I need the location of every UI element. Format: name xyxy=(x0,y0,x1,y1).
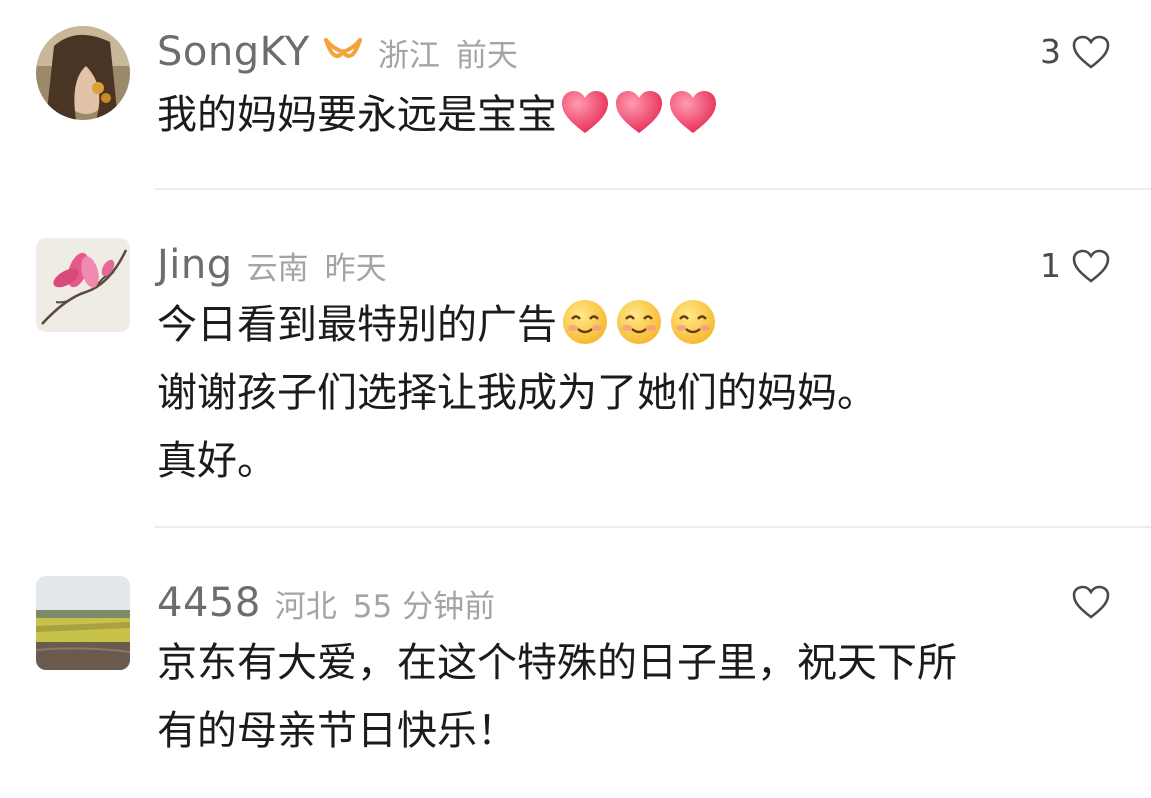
comment-line-3: 真好。 xyxy=(157,438,277,484)
avatar[interactable] xyxy=(36,576,130,670)
like-button[interactable]: 3 xyxy=(1040,32,1111,71)
like-count: 1 xyxy=(1040,246,1061,285)
comment-region: 云南 xyxy=(246,250,309,287)
comment-item: Jing 云南 昨天 1 今日看到最特别的广告 谢谢孩子们选择让我成为了她们的妈… xyxy=(0,190,1151,528)
red-heart-icon xyxy=(559,88,611,136)
smiling-face-icon xyxy=(613,298,665,346)
comment-line: 我的妈妈要永远是宝宝 xyxy=(157,92,557,138)
comment-text: 京东有大爱，在这个特殊的日子里，祝天下所 有的母亲节日快乐！ xyxy=(157,632,957,762)
username[interactable]: Jing xyxy=(157,242,233,288)
comment-time: 前天 xyxy=(455,37,518,74)
avatar[interactable] xyxy=(36,238,130,332)
red-heart-icon xyxy=(667,88,719,136)
comment-item: SongKY 浙江 前天 3 我的妈妈要永远是宝宝 xyxy=(0,0,1151,190)
comment-region: 河北 xyxy=(274,588,337,625)
heart-outline-icon xyxy=(1072,585,1110,619)
smiling-face-icon xyxy=(667,298,719,346)
comment-line-2: 有的母亲节日快乐！ xyxy=(157,708,517,754)
smiling-face-icon xyxy=(559,298,611,346)
comment-line-1: 京东有大爱，在这个特殊的日子里，祝天下所 xyxy=(157,640,957,686)
member-badge-icon xyxy=(322,34,364,70)
comment-item: 4458 河北 55 分钟前 京东有大爱，在这个特殊的日子里，祝天下所 有的母亲… xyxy=(0,528,1151,798)
comment-time: 昨天 xyxy=(324,250,387,287)
comment-header: 4458 河北 55 分钟前 xyxy=(157,578,495,628)
like-count: 3 xyxy=(1040,32,1061,71)
username[interactable]: SongKY xyxy=(157,29,310,75)
like-button[interactable]: 1 xyxy=(1040,246,1111,285)
username[interactable]: 4458 xyxy=(157,580,261,626)
comment-header: SongKY 浙江 前天 xyxy=(157,27,518,77)
comment-line-2: 谢谢孩子们选择让我成为了她们的妈妈。 xyxy=(157,370,877,416)
comment-line: 今日看到最特别的广告 xyxy=(157,302,557,348)
heart-outline-icon xyxy=(1072,249,1110,283)
comment-text: 今日看到最特别的广告 谢谢孩子们选择让我成为了她们的妈妈。 真好。 xyxy=(157,294,877,492)
like-button[interactable] xyxy=(1071,584,1111,620)
comment-text: 我的妈妈要永远是宝宝 xyxy=(157,84,719,146)
heart-outline-icon xyxy=(1072,35,1110,69)
comment-line-1: 今日看到最特别的广告 xyxy=(157,294,877,356)
avatar[interactable] xyxy=(36,26,130,120)
comment-region: 浙江 xyxy=(377,37,440,74)
comment-time: 55 分钟前 xyxy=(352,588,496,625)
red-heart-icon xyxy=(613,88,665,136)
comment-header: Jing 云南 昨天 xyxy=(157,240,387,290)
